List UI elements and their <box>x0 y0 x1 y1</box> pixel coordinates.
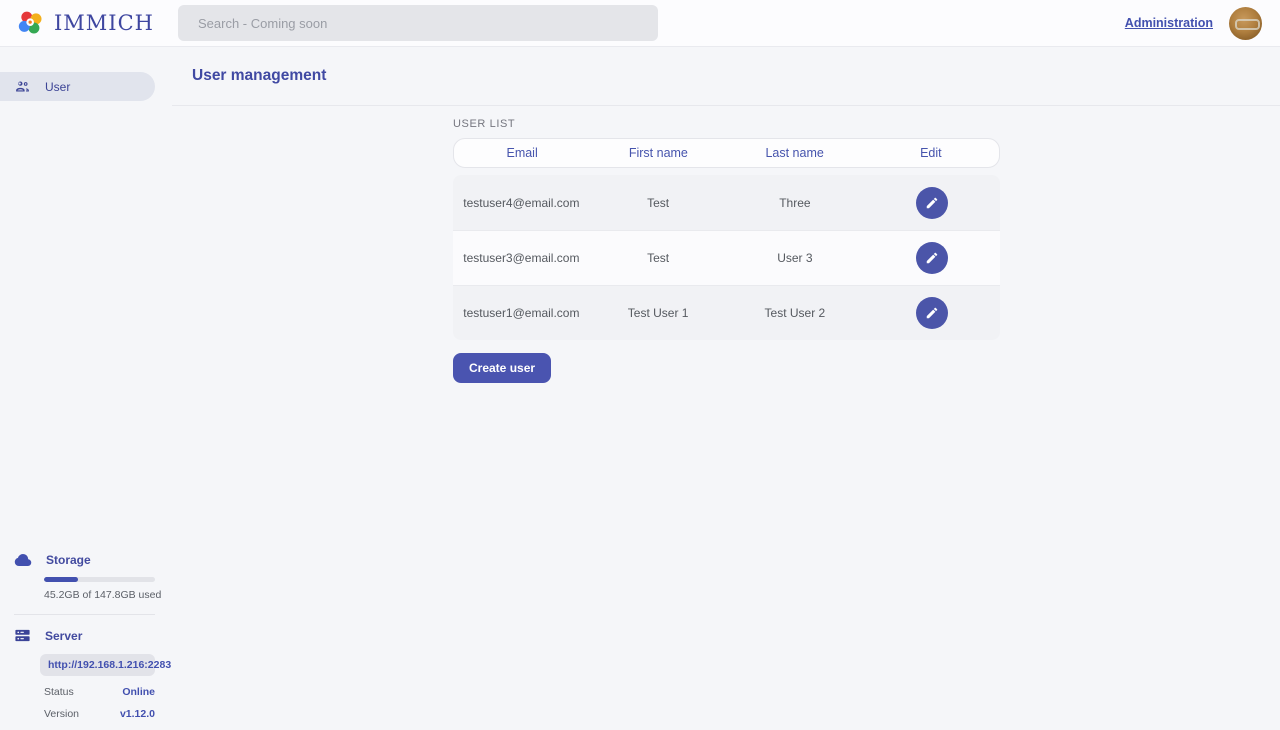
sidebar: User Storage 45.2GB of 147.8GB used <box>0 47 171 730</box>
sidebar-divider <box>14 614 155 615</box>
top-bar: IMMICH Administration <box>0 0 1280 47</box>
title-bar: User management <box>172 47 1280 106</box>
immich-flower-icon <box>16 8 46 38</box>
edit-user-button[interactable] <box>916 187 948 219</box>
users-group-icon <box>14 78 31 95</box>
create-user-button[interactable]: Create user <box>453 353 551 383</box>
storage-progress-bar <box>44 577 155 582</box>
table-row: testuser3@email.com Test User 3 <box>453 230 1000 285</box>
cell-first-name: Test User 1 <box>590 306 727 320</box>
table-row: testuser4@email.com Test Three <box>453 175 1000 230</box>
cell-first-name: Test <box>590 251 727 265</box>
header-first-name: First name <box>590 146 726 160</box>
sidebar-item-user-label: User <box>45 80 70 94</box>
sidebar-item-user[interactable]: User <box>0 72 155 101</box>
search-bar <box>178 5 658 41</box>
storage-progress-fill <box>44 577 78 582</box>
header-email: Email <box>454 146 590 160</box>
pencil-icon <box>925 306 939 320</box>
page-title: User management <box>192 67 326 85</box>
immich-logo[interactable]: IMMICH <box>16 8 178 38</box>
cell-last-name: User 3 <box>727 251 864 265</box>
status-value: Online <box>122 686 155 698</box>
server-status-row: Status Online <box>44 686 155 698</box>
pencil-icon <box>925 251 939 265</box>
topbar-right: Administration <box>1125 7 1262 40</box>
table-row: testuser1@email.com Test User 1 Test Use… <box>453 285 1000 340</box>
edit-user-button[interactable] <box>916 297 948 329</box>
cloud-icon <box>14 551 32 569</box>
storage-section-header: Storage <box>0 551 171 569</box>
table-body: testuser4@email.com Test Three <box>453 175 1000 340</box>
main-content: User management USER LIST Email First na… <box>171 47 1280 730</box>
search-input[interactable] <box>178 5 658 41</box>
cell-last-name: Test User 2 <box>727 306 864 320</box>
sidebar-footer: Storage 45.2GB of 147.8GB used <box>0 551 171 720</box>
cell-email: testuser4@email.com <box>453 196 590 210</box>
edit-user-button[interactable] <box>916 242 948 274</box>
cell-email: testuser1@email.com <box>453 306 590 320</box>
user-list-label: USER LIST <box>453 118 1000 130</box>
header-edit: Edit <box>863 146 999 160</box>
pencil-icon <box>925 196 939 210</box>
version-value: v1.12.0 <box>120 708 155 720</box>
server-section-header: Server <box>0 627 171 644</box>
version-label: Version <box>44 708 79 720</box>
table-header-row: Email First name Last name Edit <box>453 138 1000 168</box>
brand-name: IMMICH <box>54 11 154 35</box>
user-avatar[interactable] <box>1229 7 1262 40</box>
server-title: Server <box>45 629 82 643</box>
status-label: Status <box>44 686 74 698</box>
administration-link[interactable]: Administration <box>1125 16 1213 30</box>
header-last-name: Last name <box>727 146 863 160</box>
storage-title: Storage <box>46 553 91 567</box>
user-table: Email First name Last name Edit testuser… <box>453 138 1000 340</box>
cell-first-name: Test <box>590 196 727 210</box>
cell-email: testuser3@email.com <box>453 251 590 265</box>
server-version-row: Version v1.12.0 <box>44 708 155 720</box>
cell-last-name: Three <box>727 196 864 210</box>
server-icon <box>14 627 31 644</box>
storage-usage-text: 45.2GB of 147.8GB used <box>44 589 171 601</box>
server-url: http://192.168.1.216:2283 <box>40 654 155 676</box>
